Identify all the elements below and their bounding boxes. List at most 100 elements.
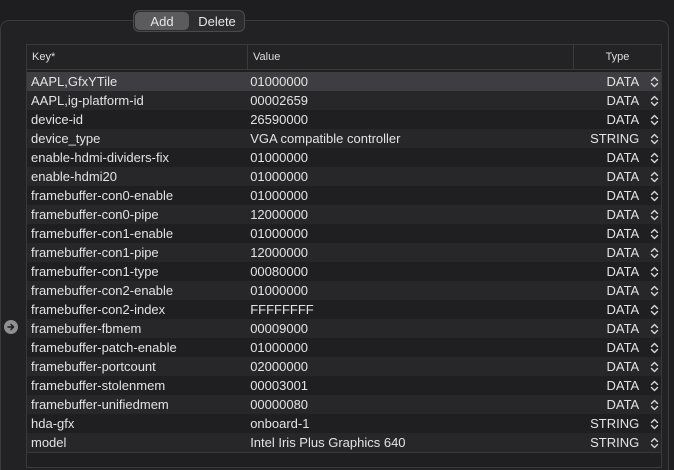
up-down-chevron-icon[interactable] xyxy=(647,284,661,298)
up-down-chevron-icon[interactable] xyxy=(647,246,661,260)
table-row[interactable]: framebuffer-unifiedmem 00000080 DATA xyxy=(27,395,661,414)
add-button[interactable]: Add xyxy=(135,12,189,30)
type-cell[interactable]: DATA xyxy=(578,169,643,184)
column-header-value[interactable]: Value xyxy=(248,45,574,69)
type-cell[interactable]: DATA xyxy=(578,321,643,336)
table-row[interactable]: framebuffer-con1-pipe 12000000 DATA xyxy=(27,243,661,262)
type-cell[interactable]: DATA xyxy=(578,359,643,374)
type-cell[interactable]: DATA xyxy=(578,397,643,412)
up-down-chevron-icon[interactable] xyxy=(647,113,661,127)
key-cell[interactable]: device-id xyxy=(27,112,244,127)
key-cell[interactable]: enable-hdmi-dividers-fix xyxy=(27,150,244,165)
value-cell[interactable]: 00003001 xyxy=(244,378,578,393)
value-cell[interactable]: 01000000 xyxy=(244,74,578,89)
value-cell[interactable]: 00002659 xyxy=(244,93,578,108)
key-cell[interactable]: hda-gfx xyxy=(27,416,244,431)
table-row[interactable]: device_type VGA compatible controller STRI… xyxy=(27,129,661,148)
table-row[interactable]: framebuffer-portcount 02000000 DATA xyxy=(27,357,661,376)
up-down-chevron-icon[interactable] xyxy=(647,208,661,222)
value-cell[interactable]: 12000000 xyxy=(244,207,578,222)
up-down-chevron-icon[interactable] xyxy=(647,170,661,184)
table-row[interactable]: framebuffer-con1-enable 01000000 DATA xyxy=(27,224,661,243)
up-down-chevron-icon[interactable] xyxy=(647,265,661,279)
value-cell[interactable]: 00000080 xyxy=(244,397,578,412)
up-down-chevron-icon[interactable] xyxy=(647,189,661,203)
type-cell[interactable]: STRING xyxy=(578,131,643,146)
table-row[interactable]: framebuffer-stolenmem 00003001 DATA xyxy=(27,376,661,395)
key-cell[interactable]: framebuffer-patch-enable xyxy=(27,340,244,355)
up-down-chevron-icon[interactable] xyxy=(647,379,661,393)
table-row[interactable]: device-id 26590000 DATA xyxy=(27,110,661,129)
table-row[interactable]: framebuffer-patch-enable 01000000 DATA xyxy=(27,338,661,357)
up-down-chevron-icon[interactable] xyxy=(647,417,661,431)
key-cell[interactable]: framebuffer-con1-type xyxy=(27,264,244,279)
up-down-chevron-icon[interactable] xyxy=(647,132,661,146)
type-cell[interactable]: STRING xyxy=(578,416,643,431)
table-row[interactable]: framebuffer-con0-enable 01000000 DATA xyxy=(27,186,661,205)
up-down-chevron-icon[interactable] xyxy=(647,303,661,317)
table-row[interactable]: hda-gfx onboard-1 STRING xyxy=(27,414,661,433)
value-cell[interactable]: 01000000 xyxy=(244,169,578,184)
key-cell[interactable]: framebuffer-con0-pipe xyxy=(27,207,244,222)
value-cell[interactable]: 12000000 xyxy=(244,245,578,260)
value-cell[interactable]: 00080000 xyxy=(244,264,578,279)
value-cell[interactable]: 01000000 xyxy=(244,226,578,241)
type-cell[interactable]: DATA xyxy=(578,340,643,355)
value-cell[interactable]: 01000000 xyxy=(244,150,578,165)
key-cell[interactable]: framebuffer-con0-enable xyxy=(27,188,244,203)
type-cell[interactable]: DATA xyxy=(578,226,643,241)
type-cell[interactable]: STRING xyxy=(578,435,643,450)
value-cell[interactable]: 01000000 xyxy=(244,283,578,298)
value-cell[interactable]: 01000000 xyxy=(244,188,578,203)
type-cell[interactable]: DATA xyxy=(578,283,643,298)
key-cell[interactable]: framebuffer-portcount xyxy=(27,359,244,374)
column-header-key[interactable]: Key* xyxy=(27,45,248,69)
key-cell[interactable]: framebuffer-con1-pipe xyxy=(27,245,244,260)
type-cell[interactable]: DATA xyxy=(578,150,643,165)
key-cell[interactable]: framebuffer-con2-enable xyxy=(27,283,244,298)
type-cell[interactable]: DATA xyxy=(578,188,643,203)
key-cell[interactable]: device_type xyxy=(27,131,244,146)
type-cell[interactable]: DATA xyxy=(578,378,643,393)
key-cell[interactable]: AAPL,ig-platform-id xyxy=(27,93,244,108)
value-cell[interactable]: 01000000 xyxy=(244,340,578,355)
delete-button[interactable]: Delete xyxy=(190,11,244,31)
value-cell[interactable]: onboard-1 xyxy=(244,416,578,431)
table-row[interactable]: framebuffer-fbmem 00009000 DATA xyxy=(27,319,661,338)
type-cell[interactable]: DATA xyxy=(578,207,643,222)
table-row[interactable]: framebuffer-con2-index FFFFFFFF DATA xyxy=(27,300,661,319)
key-cell[interactable]: framebuffer-con2-index xyxy=(27,302,244,317)
type-cell[interactable]: DATA xyxy=(578,245,643,260)
column-header-type[interactable]: Type xyxy=(574,45,661,69)
up-down-chevron-icon[interactable] xyxy=(647,341,661,355)
key-cell[interactable]: model xyxy=(27,435,244,450)
type-cell[interactable]: DATA xyxy=(578,302,643,317)
key-cell[interactable]: framebuffer-fbmem xyxy=(27,321,244,336)
table-row[interactable]: framebuffer-con2-enable 01000000 DATA xyxy=(27,281,661,300)
up-down-chevron-icon[interactable] xyxy=(647,322,661,336)
key-cell[interactable]: AAPL,GfxYTile xyxy=(27,74,244,89)
key-cell[interactable]: framebuffer-stolenmem xyxy=(27,378,244,393)
value-cell[interactable]: 02000000 xyxy=(244,359,578,374)
up-down-chevron-icon[interactable] xyxy=(647,94,661,108)
value-cell[interactable]: 26590000 xyxy=(244,112,578,127)
type-cell[interactable]: DATA xyxy=(578,74,643,89)
type-cell[interactable]: DATA xyxy=(578,112,643,127)
key-cell[interactable]: framebuffer-con1-enable xyxy=(27,226,244,241)
type-cell[interactable]: DATA xyxy=(578,93,643,108)
value-cell[interactable]: VGA compatible controller xyxy=(244,131,578,146)
table-row[interactable]: enable-hdmi20 01000000 DATA xyxy=(27,167,661,186)
table-row[interactable]: framebuffer-con0-pipe 12000000 DATA xyxy=(27,205,661,224)
value-cell[interactable]: 00009000 xyxy=(244,321,578,336)
table-row[interactable]: AAPL,ig-platform-id 00002659 DATA xyxy=(27,91,661,110)
up-down-chevron-icon[interactable] xyxy=(647,436,661,450)
table-row[interactable]: model Intel Iris Plus Graphics 640 STRING xyxy=(27,433,661,452)
table-row[interactable]: framebuffer-con1-type 00080000 DATA xyxy=(27,262,661,281)
up-down-chevron-icon[interactable] xyxy=(647,360,661,374)
up-down-chevron-icon[interactable] xyxy=(647,75,661,89)
value-cell[interactable]: Intel Iris Plus Graphics 640 xyxy=(244,435,578,450)
key-cell[interactable]: enable-hdmi20 xyxy=(27,169,244,184)
up-down-chevron-icon[interactable] xyxy=(647,227,661,241)
up-down-chevron-icon[interactable] xyxy=(647,151,661,165)
value-cell[interactable]: FFFFFFFF xyxy=(244,302,578,317)
